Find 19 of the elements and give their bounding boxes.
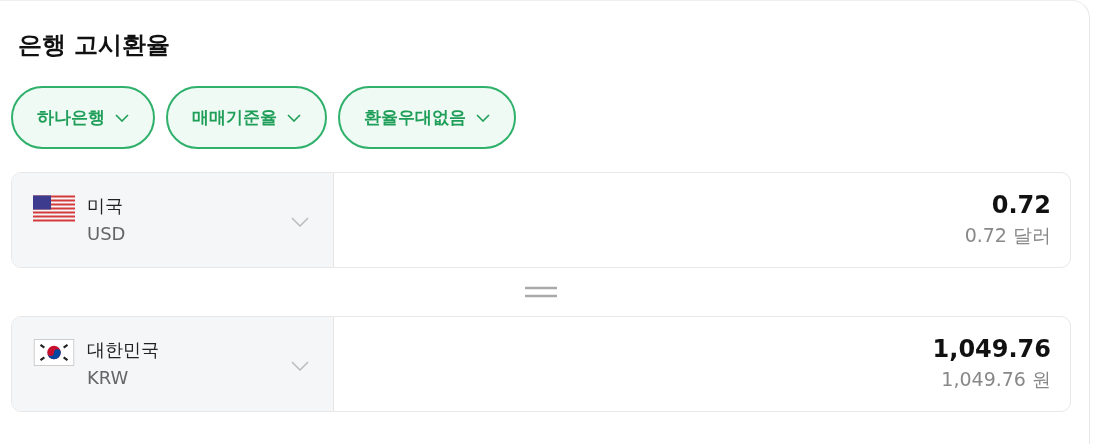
amount-value[interactable]: 0.72: [991, 189, 1051, 221]
chevron-down-icon: [291, 217, 309, 227]
chevron-down-icon: [291, 361, 309, 371]
equals-icon: [525, 286, 557, 298]
amount-text: 0.72 달러: [964, 223, 1051, 248]
amount-value[interactable]: 1,049.76: [932, 333, 1051, 365]
amount-text: 1,049.76 원: [941, 367, 1051, 392]
us-flag-icon: [33, 195, 75, 222]
currency-selector[interactable]: 대한민국 KRW: [12, 317, 334, 411]
caret-icon: [287, 113, 301, 122]
country-name: 미국: [87, 194, 123, 218]
caret-icon: [476, 113, 490, 122]
korea-flag-icon: [33, 339, 75, 366]
section-title: 은행 고시환율: [17, 30, 171, 61]
caret-icon: [115, 113, 129, 122]
currency-selector[interactable]: 미국 USD: [12, 173, 334, 267]
currency-code: USD: [87, 222, 126, 246]
country-name: 대한민국: [87, 338, 159, 362]
currency-code: KRW: [87, 366, 129, 390]
